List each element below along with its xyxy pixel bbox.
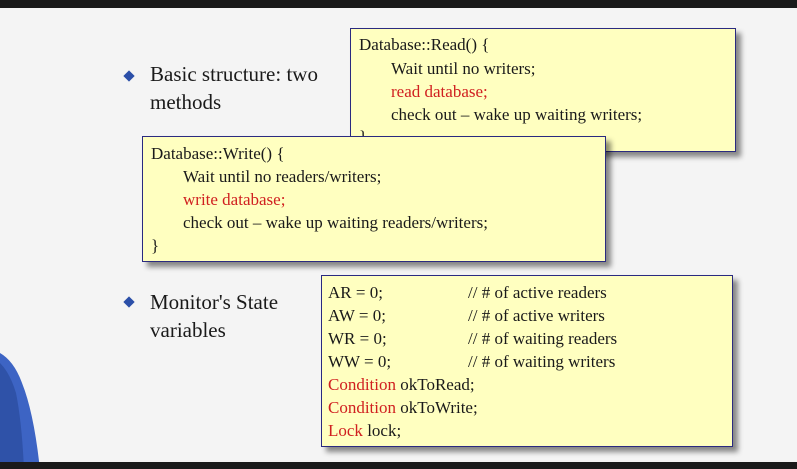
decl-name: okToRead; — [400, 375, 475, 394]
write-footer: } — [151, 236, 160, 255]
write-code-box: Database::Write() { Wait until no reader… — [142, 136, 606, 262]
bullet-line: variables — [150, 318, 226, 342]
read-line-wait: Wait until no writers; — [391, 59, 536, 78]
decl-name: okToWrite; — [400, 398, 478, 417]
bullet-text-monitor-state: Monitor's State variables — [150, 288, 278, 344]
write-line-checkout: check out – wake up waiting readers/writ… — [183, 213, 488, 232]
top-bar — [0, 0, 797, 8]
write-line-write: write database; — [183, 190, 286, 209]
decl-line: Condition okToRead; — [328, 375, 475, 395]
decl-line: Lock lock; — [328, 421, 401, 441]
bullet-line: Monitor's State — [150, 290, 279, 314]
presenter-image — [0, 353, 44, 462]
write-line-wait: Wait until no readers/writers; — [183, 167, 382, 186]
decl-name: lock; — [367, 421, 402, 440]
var-comment: // # of waiting readers — [468, 329, 618, 348]
slide: Basic structure: two methods Monitor's S… — [0, 8, 797, 462]
read-header: Database::Read() { — [359, 35, 490, 54]
read-line-read: read database; — [391, 82, 488, 101]
decl-line: Condition okToWrite; — [328, 398, 478, 418]
var-code: AR = 0; — [328, 283, 383, 302]
bullet-line: Basic structure: two — [150, 62, 318, 86]
var-comment: // # of active writers — [468, 306, 605, 325]
decl-type: Condition — [328, 375, 397, 394]
bullet-diamond-icon — [123, 70, 135, 82]
write-header: Database::Write() { — [151, 144, 285, 163]
var-code: WW = 0; — [328, 352, 392, 371]
var-code: WR = 0; — [328, 329, 387, 348]
decl-type: Lock — [328, 421, 363, 440]
var-comment: // # of waiting writers — [468, 352, 616, 371]
var-code: AW = 0; — [328, 306, 386, 325]
read-line-checkout: check out – wake up waiting writers; — [391, 105, 643, 124]
decl-type: Condition — [328, 398, 397, 417]
var-comment: // # of active readers — [468, 283, 607, 302]
bottom-bar — [0, 462, 797, 469]
state-code-box: AR = 0; // # of active readers AW = 0; /… — [321, 275, 733, 447]
read-code-box: Database::Read() { Wait until no writers… — [350, 28, 736, 152]
bullet-diamond-icon — [123, 296, 135, 308]
bullet-line: methods — [150, 90, 222, 114]
bullet-text-basic-structure: Basic structure: two methods — [150, 60, 318, 116]
